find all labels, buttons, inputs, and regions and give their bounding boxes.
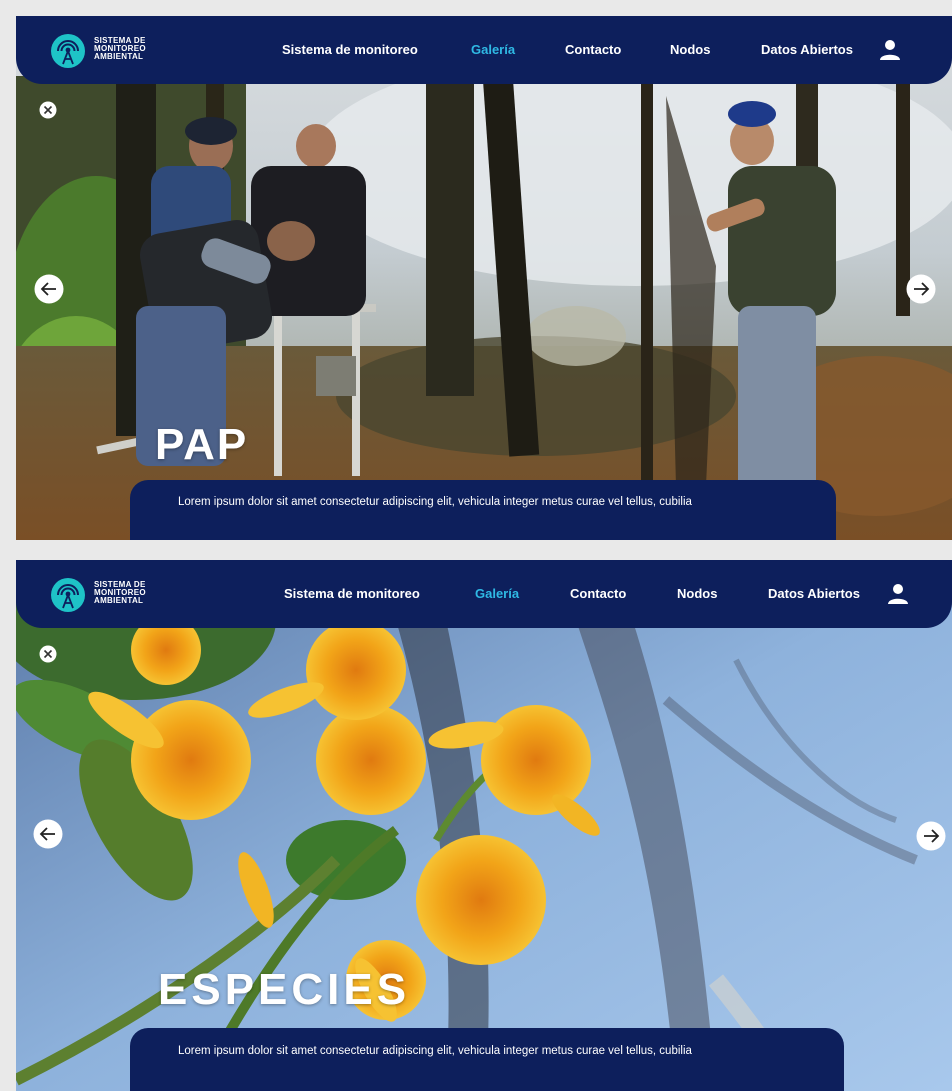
radio-tower-logo-icon[interactable] <box>50 33 86 69</box>
nav-link-sistema-de-monitoreo[interactable]: Sistema de monitoreo <box>284 586 420 601</box>
close-icon[interactable] <box>39 101 57 119</box>
logo-line-3: AMBIENTAL <box>94 52 144 61</box>
top-navbar: SISTEMA DE MONITOREO AMBIENTAL Sistema d… <box>16 560 952 628</box>
radio-tower-logo-icon[interactable] <box>50 577 86 613</box>
nav-link-contacto[interactable]: Contacto <box>570 586 626 601</box>
user-icon[interactable] <box>878 38 902 62</box>
nav-link-galeria[interactable]: Galería <box>471 42 515 57</box>
user-icon[interactable] <box>886 582 910 606</box>
arrow-left-icon[interactable] <box>34 274 64 304</box>
close-icon[interactable] <box>39 645 57 663</box>
nav-link-sistema-de-monitoreo[interactable]: Sistema de monitoreo <box>282 42 418 57</box>
nav-link-nodos[interactable]: Nodos <box>677 586 717 601</box>
nav-link-datos-abiertos[interactable]: Datos Abiertos <box>761 42 853 57</box>
logo-line-3: AMBIENTAL <box>94 596 144 605</box>
arrow-right-icon[interactable] <box>916 821 946 851</box>
gallery-slide-especies: SISTEMA DE MONITOREO AMBIENTAL Sistema d… <box>16 560 952 1091</box>
top-navbar: SISTEMA DE MONITOREO AMBIENTAL Sistema d… <box>16 16 952 84</box>
slide-photo-yellow-flowers <box>16 560 952 1091</box>
arrow-left-icon[interactable] <box>33 819 63 849</box>
nav-link-contacto[interactable]: Contacto <box>565 42 621 57</box>
slide-title: PAP <box>155 420 249 469</box>
gallery-slide-pap: SISTEMA DE MONITOREO AMBIENTAL Sistema d… <box>16 16 952 540</box>
arrow-right-icon[interactable] <box>906 274 936 304</box>
slide-caption: Lorem ipsum dolor sit amet consectetur a… <box>130 480 836 540</box>
slide-title: ESPECIES <box>158 965 411 1014</box>
nav-link-nodos[interactable]: Nodos <box>670 42 710 57</box>
logo-wordmark[interactable]: SISTEMA DE MONITOREO AMBIENTAL <box>94 581 146 605</box>
logo-wordmark[interactable]: SISTEMA DE MONITOREO AMBIENTAL <box>94 37 146 61</box>
nav-link-datos-abiertos[interactable]: Datos Abiertos <box>768 586 860 601</box>
slide-caption: Lorem ipsum dolor sit amet consectetur a… <box>130 1028 844 1091</box>
nav-link-galeria[interactable]: Galería <box>475 586 519 601</box>
